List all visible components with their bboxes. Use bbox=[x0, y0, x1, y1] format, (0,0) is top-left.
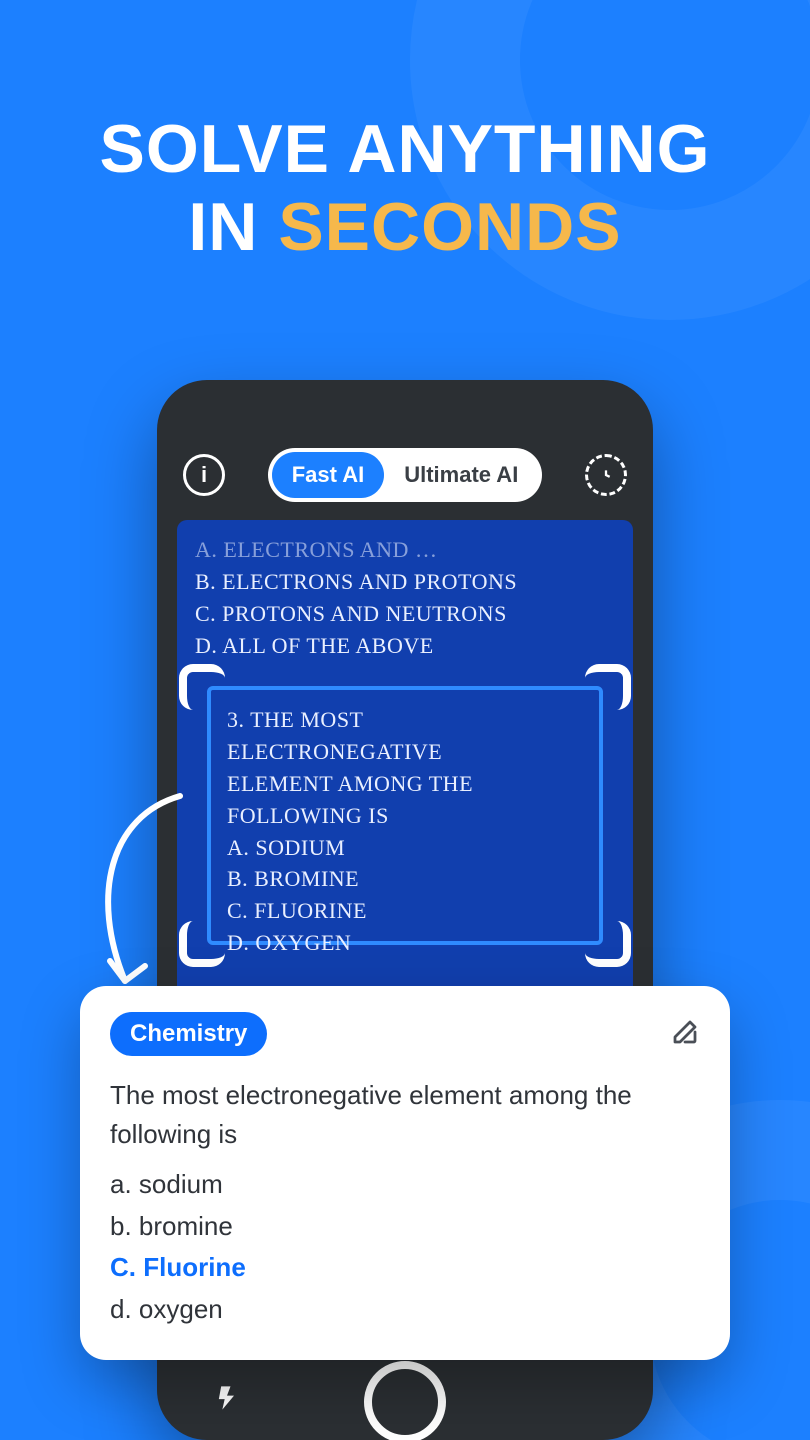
toolbar: i Fast AI Ultimate AI bbox=[177, 448, 633, 502]
option-a: a. sodium bbox=[110, 1164, 700, 1206]
arrow-illustration bbox=[70, 786, 190, 1006]
info-button[interactable]: i bbox=[183, 454, 225, 496]
option-c-answer: C. Fluorine bbox=[110, 1247, 700, 1289]
seg-fast-ai[interactable]: Fast AI bbox=[272, 452, 385, 498]
scan-frame[interactable]: 3. THE MOST ELECTRONEGATIVE ELEMENT AMON… bbox=[183, 668, 627, 963]
option-b: b. bromine bbox=[110, 1206, 700, 1248]
subject-tag[interactable]: Chemistry bbox=[110, 1012, 267, 1056]
history-icon bbox=[595, 464, 617, 486]
handwriting-above: A. ELECTRONS AND … B. ELECTRONS AND PROT… bbox=[195, 534, 615, 662]
headline-line2: IN SECONDS bbox=[0, 188, 810, 266]
edit-button[interactable] bbox=[670, 1017, 700, 1052]
edit-icon bbox=[670, 1017, 700, 1047]
flash-icon bbox=[213, 1380, 241, 1416]
ai-mode-toggle[interactable]: Fast AI Ultimate AI bbox=[268, 448, 543, 502]
shutter-button[interactable] bbox=[364, 1361, 446, 1440]
history-button[interactable] bbox=[585, 454, 627, 496]
answer-card: Chemistry The most electronegative eleme… bbox=[80, 986, 730, 1360]
option-d: d. oxygen bbox=[110, 1289, 700, 1331]
question-text: The most electronegative element among t… bbox=[110, 1076, 700, 1154]
capture-row bbox=[157, 1356, 653, 1440]
headline-line1: SOLVE ANYTHING bbox=[0, 110, 810, 188]
seg-ultimate-ai[interactable]: Ultimate AI bbox=[384, 452, 538, 498]
options-list: a. sodium b. bromine C. Fluorine d. oxyg… bbox=[110, 1164, 700, 1330]
hero-headline: SOLVE ANYTHING IN SECONDS bbox=[0, 110, 810, 266]
flash-button[interactable] bbox=[213, 1380, 241, 1425]
info-icon: i bbox=[201, 462, 207, 488]
scan-selection: 3. THE MOST ELECTRONEGATIVE ELEMENT AMON… bbox=[207, 686, 603, 945]
